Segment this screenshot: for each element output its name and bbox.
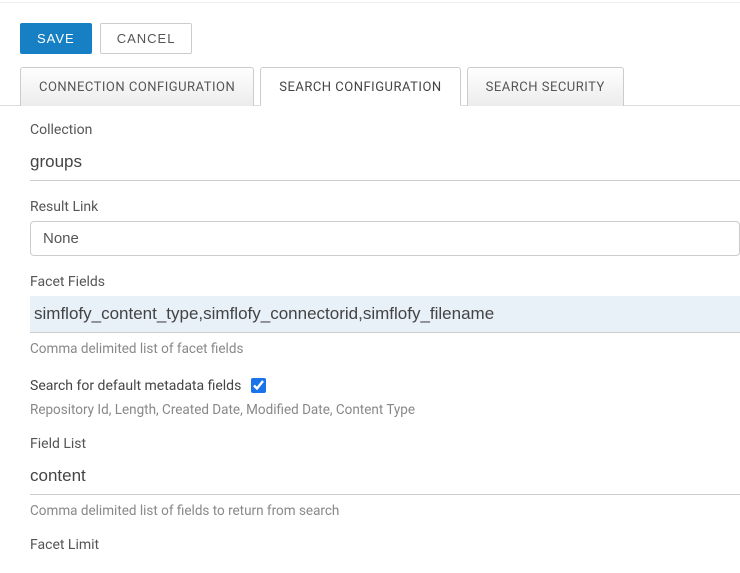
tab-search-configuration[interactable]: SEARCH CONFIGURATION xyxy=(260,67,460,106)
facet-limit-group: Facet Limit xyxy=(30,537,740,553)
facet-limit-label: Facet Limit xyxy=(30,537,740,553)
save-button[interactable]: SAVE xyxy=(20,23,92,54)
facet-fields-help: Comma delimited list of facet fields xyxy=(30,341,740,357)
tab-bar: CONNECTION CONFIGURATION SEARCH CONFIGUR… xyxy=(0,66,740,106)
facet-fields-label: Facet Fields xyxy=(30,274,740,290)
field-list-input[interactable] xyxy=(30,458,740,495)
tab-connection-configuration[interactable]: CONNECTION CONFIGURATION xyxy=(20,67,254,106)
field-list-help: Comma delimited list of fields to return… xyxy=(30,503,740,519)
default-metadata-help: Repository Id, Length, Created Date, Mod… xyxy=(30,402,740,418)
field-list-group: Field List Comma delimited list of field… xyxy=(30,436,740,519)
action-bar: SAVE CANCEL xyxy=(0,2,740,66)
tab-search-security[interactable]: SEARCH SECURITY xyxy=(467,67,624,106)
cancel-button[interactable]: CANCEL xyxy=(100,23,193,54)
collection-group: Collection xyxy=(30,122,740,181)
facet-fields-group: Facet Fields Comma delimited list of fac… xyxy=(30,274,740,357)
result-link-label: Result Link xyxy=(30,199,740,215)
default-metadata-group: Search for default metadata fields Repos… xyxy=(30,375,740,418)
default-metadata-checkbox[interactable] xyxy=(251,378,266,393)
result-link-select[interactable]: None xyxy=(30,221,740,256)
default-metadata-label: Search for default metadata fields xyxy=(30,378,241,394)
result-link-group: Result Link None xyxy=(30,199,740,256)
facet-fields-input[interactable] xyxy=(30,296,740,333)
collection-label: Collection xyxy=(30,122,740,138)
form-area: Collection Result Link None Facet Fields… xyxy=(0,106,740,553)
collection-input[interactable] xyxy=(30,144,740,181)
field-list-label: Field List xyxy=(30,436,740,452)
